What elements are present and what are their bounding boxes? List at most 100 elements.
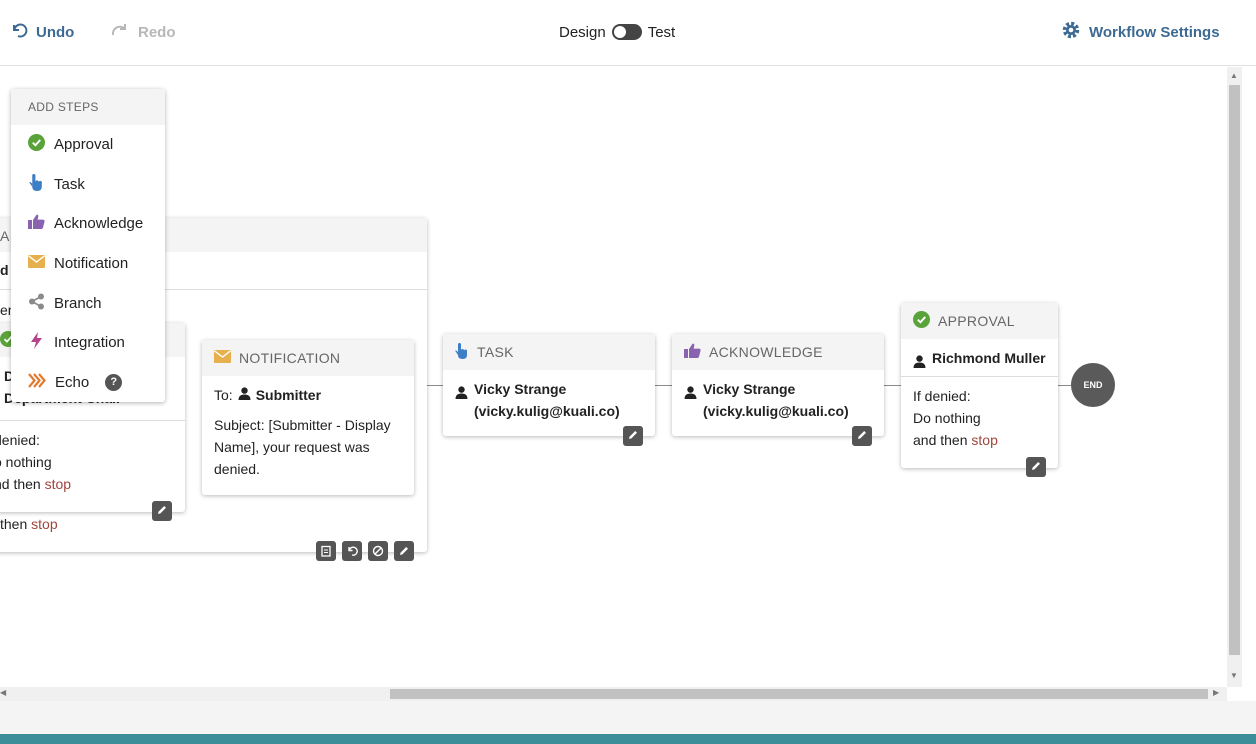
card-title: ACKNOWLEDGE xyxy=(709,344,823,360)
card-title: TASK xyxy=(477,344,514,360)
end-node: END xyxy=(1071,363,1115,407)
undo-label: Undo xyxy=(36,23,75,41)
denied-rules: If denied: Do nothing and then stop xyxy=(901,377,1058,459)
test-label: Test xyxy=(647,23,676,41)
scroll-left-icon[interactable]: ◀ xyxy=(0,688,6,697)
card-body: Vicky Strange (vicky.kulig@kuali.co) xyxy=(672,370,884,430)
redo-button[interactable]: Redo xyxy=(110,20,176,44)
card-header: ACKNOWLEDGE xyxy=(672,334,884,370)
task-step-card[interactable]: TASK Vicky Strange (vicky.kulig@kuali.co… xyxy=(443,334,655,446)
undo-icon[interactable] xyxy=(342,541,362,561)
action-text: Do nothing xyxy=(913,410,981,426)
clipboard-icon[interactable] xyxy=(316,541,336,561)
user-icon xyxy=(238,384,251,406)
assignee: Vicky Strange (vicky.kulig@kuali.co) xyxy=(455,378,643,422)
add-steps-header: ADD STEPS xyxy=(11,89,165,125)
add-steps-panel: ADD STEPS Approval Task Acknowledge Noti… xyxy=(11,89,165,402)
workflow-canvas[interactable]: A d eni then stop D Department Chair de xyxy=(0,67,1227,687)
then-text: nd then xyxy=(0,476,41,492)
vertical-scroll-thumb[interactable] xyxy=(1229,85,1240,655)
card-body: Vicky Strange (vicky.kulig@kuali.co) xyxy=(443,370,655,430)
edit-pencil-button[interactable] xyxy=(623,426,643,446)
connector-line xyxy=(1058,385,1071,386)
then-text: then xyxy=(0,516,28,532)
scroll-up-icon[interactable]: ▲ xyxy=(1230,71,1238,80)
design-test-toggle: Design Test xyxy=(559,20,675,44)
user-icon xyxy=(684,383,697,405)
approval-step-card[interactable]: APPROVAL Richmond Muller If denied: Do n… xyxy=(901,303,1058,477)
step-label: Branch xyxy=(54,294,102,312)
horizontal-scrollbar[interactable]: ◀ ▶ xyxy=(0,687,1227,701)
step-label: Acknowledge xyxy=(54,215,144,233)
thumbs-up-icon xyxy=(684,343,701,361)
chevrons-right-icon xyxy=(28,373,46,392)
action-text: o nothing xyxy=(0,454,52,470)
user-icon xyxy=(455,383,468,405)
edit-pencil-button[interactable] xyxy=(1026,457,1046,477)
add-integration-step[interactable]: Integration xyxy=(11,323,165,363)
approval-assignee: Richmond Muller xyxy=(901,339,1058,377)
switch-knob xyxy=(613,26,626,38)
pencil-icon[interactable] xyxy=(394,541,414,561)
footer-bar xyxy=(0,734,1256,744)
group-header-text: A xyxy=(0,228,10,244)
add-task-step[interactable]: Task xyxy=(11,165,165,205)
assignee: Vicky Strange (vicky.kulig@kuali.co) xyxy=(684,378,872,422)
assignee-name: Richmond Muller xyxy=(932,350,1046,366)
check-circle-icon xyxy=(913,311,930,331)
subject-text: Subject: [Submitter - Display Name], you… xyxy=(214,417,391,477)
to-label: To: xyxy=(214,387,233,403)
card-header: NOTIFICATION xyxy=(202,340,414,376)
step-label: Task xyxy=(54,175,85,193)
edit-pencil-button[interactable] xyxy=(852,426,872,446)
vertical-scrollbar[interactable]: ▲ ▼ xyxy=(1227,67,1242,687)
workflow-settings-button[interactable]: Workflow Settings xyxy=(1061,20,1220,44)
then-text: and then xyxy=(913,432,968,448)
step-label: Notification xyxy=(54,255,129,273)
gear-icon xyxy=(1061,20,1081,44)
connector-line xyxy=(884,385,901,386)
stop-text: stop xyxy=(31,516,58,532)
add-approval-step[interactable]: Approval xyxy=(11,125,165,165)
denied-text: denied: xyxy=(0,432,40,448)
design-label: Design xyxy=(559,23,606,41)
mode-switch[interactable] xyxy=(611,24,642,40)
workflow-settings-label: Workflow Settings xyxy=(1089,23,1220,41)
pencil-icon xyxy=(1030,459,1042,475)
stop-text: stop xyxy=(44,476,72,492)
add-branch-step[interactable]: Branch xyxy=(11,283,165,323)
check-circle-icon xyxy=(28,134,45,155)
footer-area xyxy=(0,701,1256,734)
pencil-icon xyxy=(156,503,168,519)
edit-pencil-button[interactable] xyxy=(152,501,172,521)
to-value: Submitter xyxy=(255,387,322,403)
add-echo-step[interactable]: Echo ? xyxy=(11,363,165,403)
horizontal-scroll-thumb[interactable] xyxy=(390,689,1208,699)
assignee-name: Vicky Strange (vicky.kulig@kuali.co) xyxy=(703,381,849,419)
to-line: To: Submitter xyxy=(214,384,402,406)
connector-line xyxy=(655,385,672,386)
share-icon xyxy=(28,293,45,314)
notification-step-card[interactable]: NOTIFICATION To: Submitter Subject: [Sub… xyxy=(202,340,414,495)
step-label: Integration xyxy=(54,334,125,352)
undo-button[interactable]: Undo xyxy=(10,20,74,44)
pencil-icon xyxy=(856,428,868,444)
disable-icon[interactable] xyxy=(368,541,388,561)
thumbs-up-icon xyxy=(28,214,45,233)
help-icon[interactable]: ? xyxy=(105,373,123,391)
hand-pointer-icon xyxy=(28,173,45,195)
add-acknowledge-step[interactable]: Acknowledge xyxy=(11,204,165,244)
stop-text: stop xyxy=(971,432,998,448)
denied-text: If denied: xyxy=(913,388,971,404)
add-notification-step[interactable]: Notification xyxy=(11,244,165,284)
card-body: To: Submitter Subject: [Submitter - Disp… xyxy=(202,376,414,488)
scroll-right-icon[interactable]: ▶ xyxy=(1213,688,1219,697)
card-title: NOTIFICATION xyxy=(239,350,341,366)
scroll-down-icon[interactable]: ▼ xyxy=(1230,671,1238,680)
assignee: Richmond Muller xyxy=(913,347,1046,374)
connector-line xyxy=(427,385,443,386)
user-icon xyxy=(913,352,926,374)
hand-pointer-icon xyxy=(455,342,469,362)
group-sub-text: d xyxy=(0,262,9,278)
acknowledge-step-card[interactable]: ACKNOWLEDGE Vicky Strange (vicky.kulig@k… xyxy=(672,334,884,446)
